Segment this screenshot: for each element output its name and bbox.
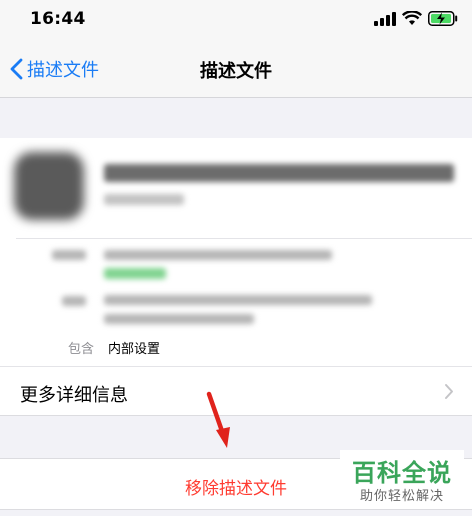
signer-value-blurred [104,250,332,260]
card-divider [16,238,472,239]
status-bar: 16:44 [0,0,472,42]
profile-icon-blurred [14,152,84,220]
verified-badge-blurred [104,268,166,279]
red-arrow-annotation [206,391,230,448]
profile-name-blurred [104,164,454,182]
signed-by-label-blurred [52,250,86,260]
status-icons [374,11,458,26]
profile-card: 包含 内部设置 [0,138,472,366]
contains-value: 内部设置 [108,342,161,357]
status-time: 16:44 [30,9,86,29]
navigation-bar: 描述文件 描述文件 [0,42,472,98]
description-label-blurred [62,296,86,306]
chevron-right-icon [445,384,453,399]
description-line-1-blurred [104,295,372,305]
watermark-subtitle: 助你轻松解决 [359,489,444,504]
page-title: 描述文件 [200,61,272,82]
contains-row: 包含 内部设置 [68,338,160,357]
watermark-logo: 百科全说 助你轻松解决 [340,450,464,508]
battery-charging-icon [428,11,458,26]
watermark-title: 百科全说 [352,459,452,487]
description-line-2-blurred [104,314,254,324]
profile-subtitle-blurred [104,194,184,205]
more-details-label: 更多详细信息 [20,385,128,406]
cellular-signal-icon [374,11,396,26]
contains-label: 包含 [68,342,95,357]
wifi-icon [402,11,422,25]
